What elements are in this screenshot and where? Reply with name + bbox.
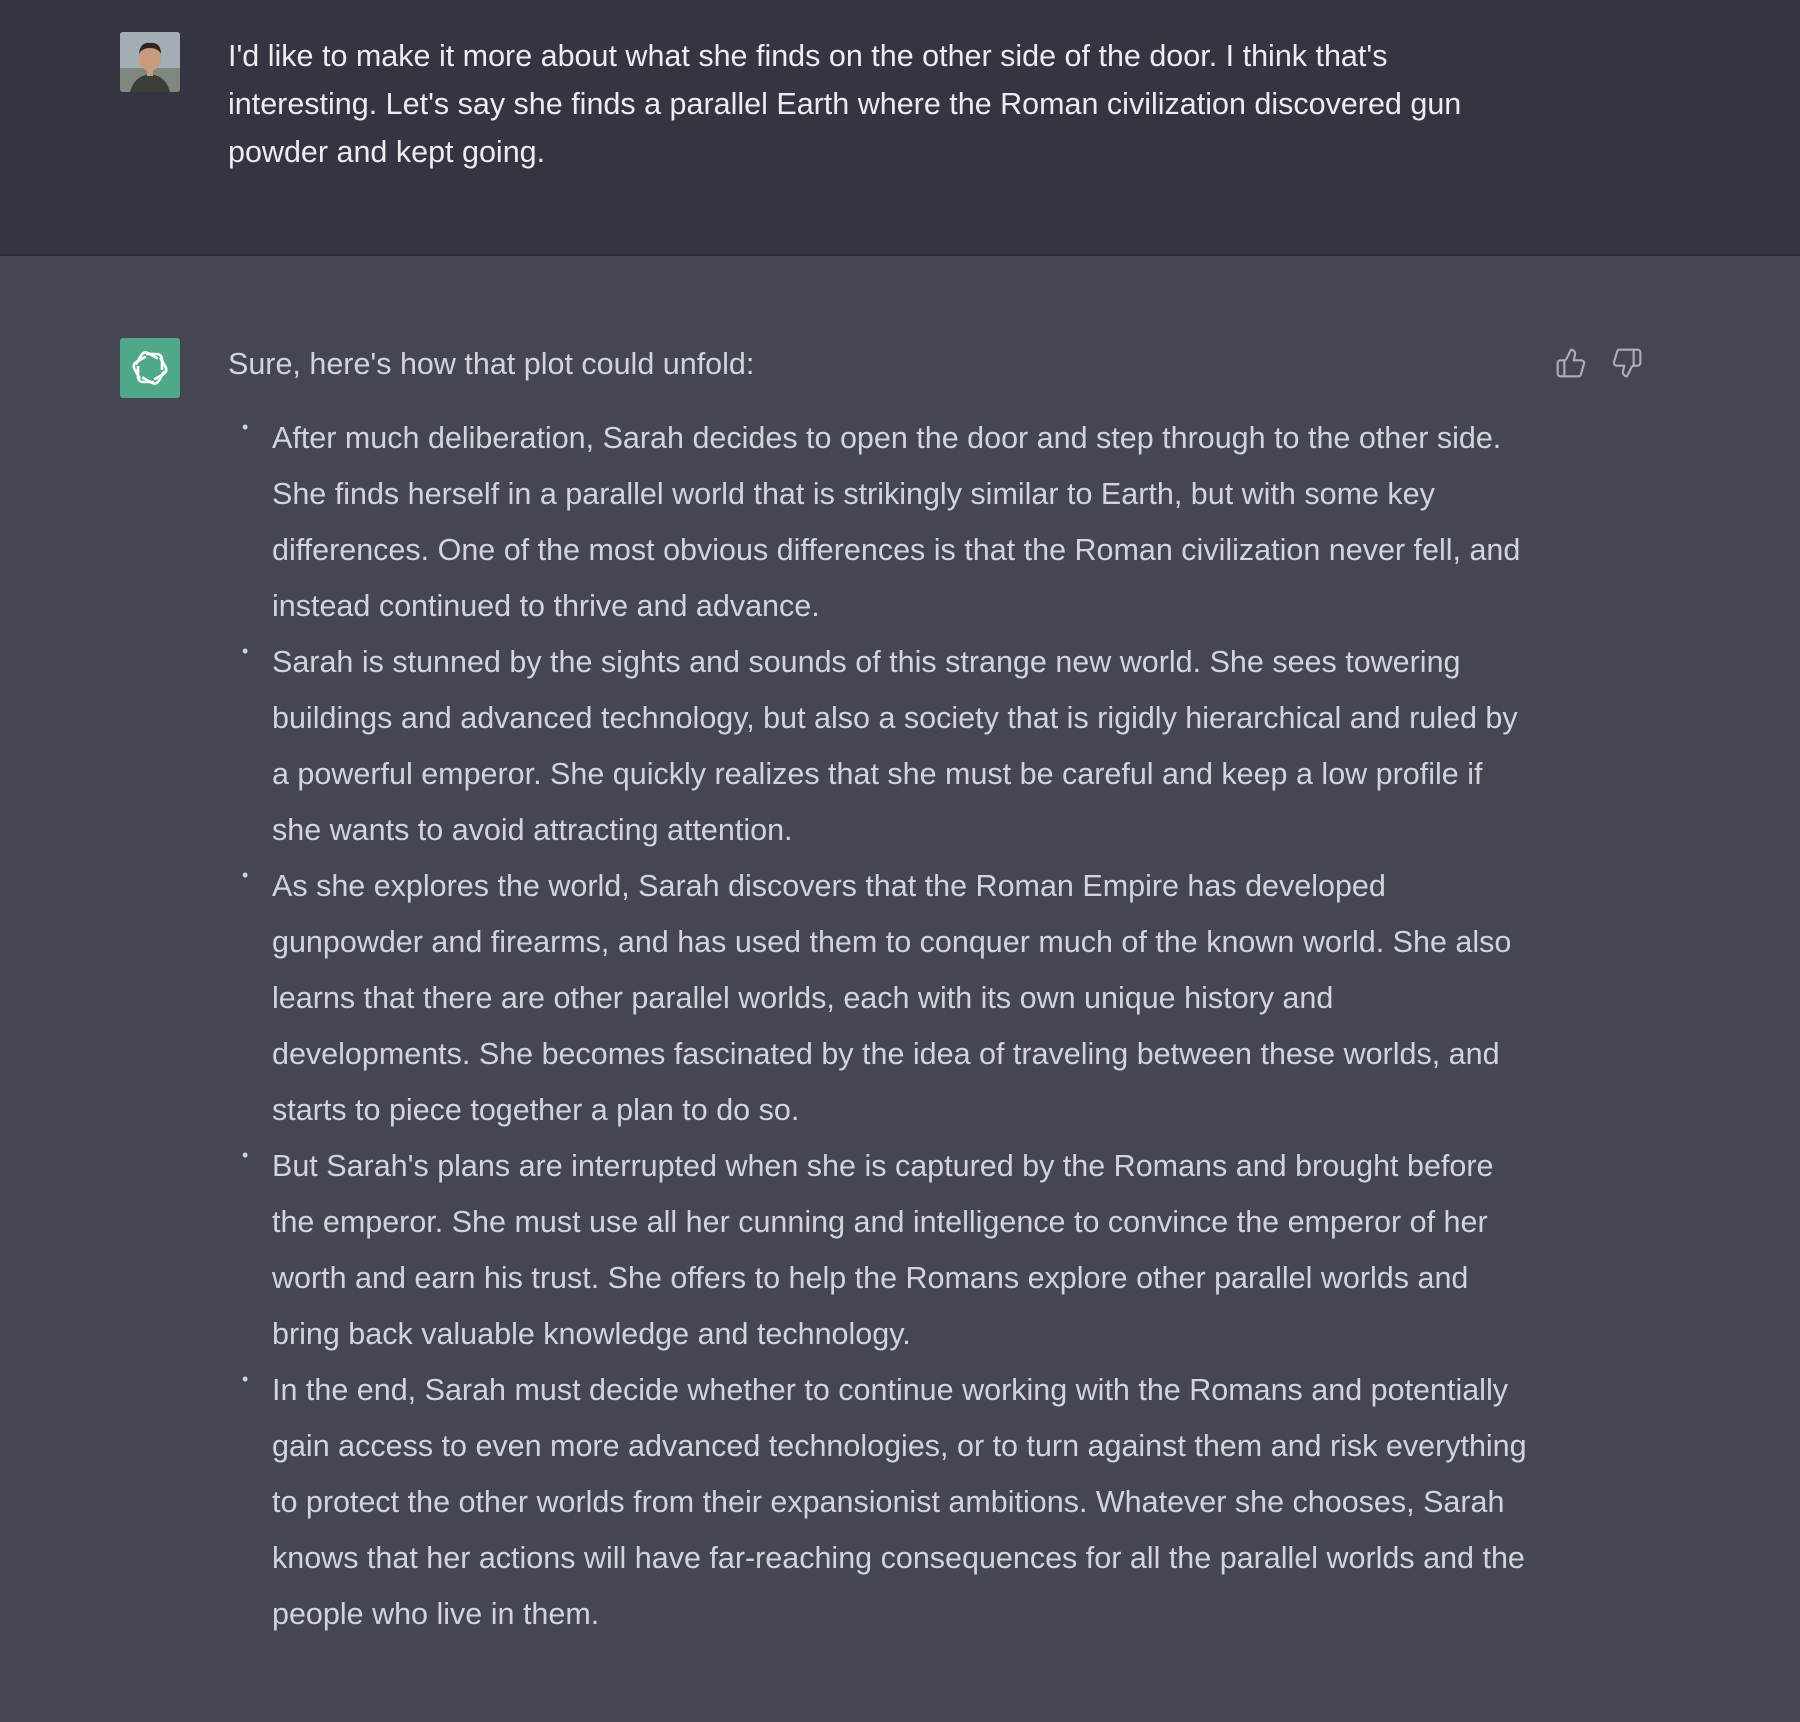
assistant-message-content: Sure, here's how that plot could unfold:…	[228, 340, 1538, 1642]
assistant-intro-text: Sure, here's how that plot could unfold:	[228, 347, 755, 381]
list-item: • But Sarah's plans are interrupted when…	[228, 1138, 1538, 1362]
bullet-dot: •	[242, 865, 249, 885]
list-item: • In the end, Sarah must decide whether …	[228, 1362, 1538, 1642]
bullet-dot: •	[242, 1145, 249, 1165]
list-item-text: After much deliberation, Sarah decides t…	[272, 421, 1521, 623]
list-item: • After much deliberation, Sarah decides…	[228, 410, 1538, 634]
thumbs-down-button[interactable]	[1608, 344, 1646, 382]
thumbs-down-icon	[1612, 348, 1642, 378]
feedback-buttons	[1552, 344, 1646, 382]
list-item-text: But Sarah's plans are interrupted when s…	[272, 1149, 1494, 1351]
thumbs-up-button[interactable]	[1552, 344, 1590, 382]
bullet-dot: •	[242, 417, 249, 437]
thumbs-up-icon	[1556, 348, 1586, 378]
bullet-dot: •	[242, 1369, 249, 1389]
list-item: • As she explores the world, Sarah disco…	[228, 858, 1538, 1138]
list-item-text: In the end, Sarah must decide whether to…	[272, 1373, 1527, 1631]
bullet-dot: •	[242, 641, 249, 661]
user-avatar	[120, 32, 180, 92]
list-item: • Sarah is stunned by the sights and sou…	[228, 634, 1538, 858]
assistant-message-row: Sure, here's how that plot could unfold:…	[0, 258, 1800, 1722]
list-item-text: As she explores the world, Sarah discove…	[272, 869, 1512, 1127]
list-item-text: Sarah is stunned by the sights and sound…	[272, 645, 1518, 847]
user-photo	[120, 32, 180, 92]
assistant-avatar	[120, 338, 180, 398]
openai-logo-icon	[132, 351, 168, 385]
assistant-bullet-list: • After much deliberation, Sarah decides…	[228, 410, 1538, 1642]
user-message-row: I'd like to make it more about what she …	[0, 0, 1800, 256]
user-message-text: I'd like to make it more about what she …	[228, 39, 1462, 169]
